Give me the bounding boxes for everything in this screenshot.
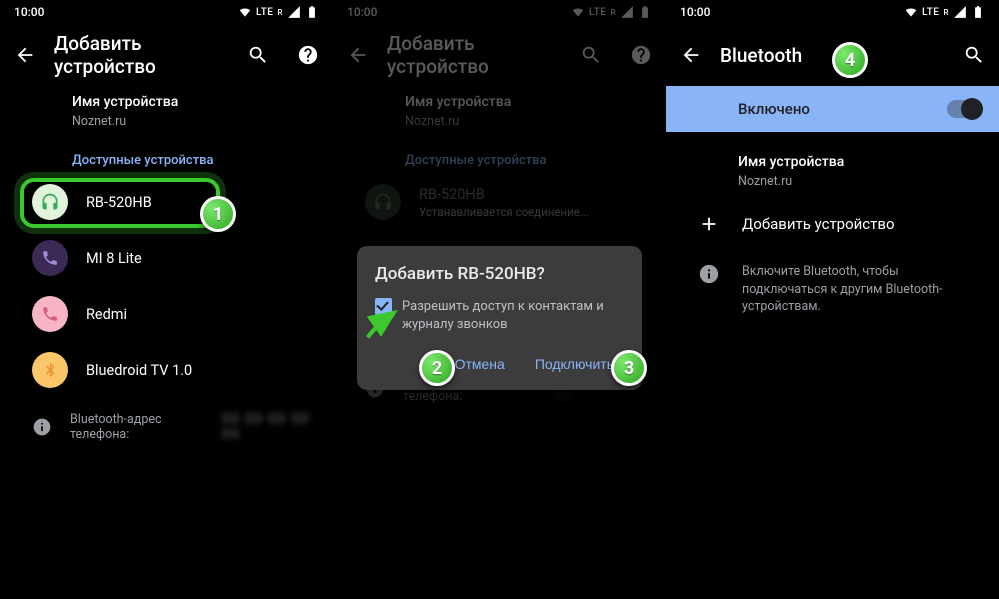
battery-icon — [971, 5, 985, 19]
status-bar: 10:00 LTE R — [333, 0, 666, 24]
status-icons: LTE R — [571, 5, 652, 19]
help-icon[interactable] — [630, 44, 652, 66]
device-label: MI 8 Lite — [86, 250, 142, 267]
page-title: Добавить устройство — [54, 32, 219, 78]
lte-label: LTE — [922, 7, 939, 18]
plus-icon — [698, 213, 720, 235]
screen-pair-dialog: 10:00 LTE R Добавить устройство Имя устр… — [333, 0, 666, 599]
screen-bluetooth: 10:00 LTE R Bluetooth Включено Имя устро… — [666, 0, 999, 599]
allow-contacts-checkbox[interactable] — [375, 298, 392, 315]
back-icon[interactable] — [680, 44, 702, 66]
pair-dialog: Добавить RB-520HB? Разрешить доступ к ко… — [357, 246, 642, 390]
device-name-label: Имя устройства — [0, 82, 333, 114]
lte-label: LTE — [589, 7, 606, 18]
status-time: 10:00 — [680, 5, 710, 19]
back-icon[interactable] — [14, 44, 36, 66]
battery-icon — [305, 5, 319, 19]
status-icons: LTE R — [238, 5, 319, 19]
phone-icon — [32, 296, 68, 332]
search-icon[interactable] — [580, 44, 602, 66]
signal-icon — [287, 5, 301, 19]
available-devices-label: Доступные устройства — [333, 139, 666, 174]
device-name-label: Имя устройства — [333, 82, 666, 114]
status-bar: 10:00 LTE R — [0, 0, 333, 24]
enabled-label: Включено — [738, 100, 810, 118]
search-icon[interactable] — [247, 44, 269, 66]
device-row-mi8[interactable]: MI 8 Lite — [0, 230, 333, 286]
device-status: Устанавливается соединение... — [419, 205, 589, 219]
toolbar: Bluetooth — [666, 28, 999, 82]
headphone-icon — [32, 184, 68, 220]
roam-label: R — [943, 8, 949, 17]
device-row-bluedroid[interactable]: Bluedroid TV 1.0 — [0, 342, 333, 398]
toolbar: Добавить устройство — [0, 28, 333, 82]
add-device-label: Добавить устройство — [742, 215, 895, 233]
device-name-value: Noznet.ru — [0, 114, 333, 139]
wifi-icon — [904, 5, 918, 19]
toolbar: Добавить устройство — [333, 28, 666, 82]
lte-label: LTE — [256, 7, 273, 18]
page-title: Добавить устройство — [387, 32, 552, 78]
device-label: RB-520HB — [419, 186, 589, 203]
bluetooth-enabled-row[interactable]: Включено — [666, 86, 999, 132]
status-icons: LTE R — [904, 5, 985, 19]
device-label: Redmi — [86, 306, 127, 323]
available-devices-label: Доступные устройства — [0, 139, 333, 174]
device-label: RB-520HB — [86, 194, 152, 211]
cancel-button[interactable]: Отмена — [445, 348, 515, 380]
help-icon[interactable] — [297, 44, 319, 66]
device-name-value: Noznet.ru — [333, 114, 666, 139]
battery-icon — [638, 5, 652, 19]
phone-icon — [32, 240, 68, 276]
bt-address-row: Bluetooth-адрес телефона: 00 00 00 00 00 — [0, 398, 333, 456]
wifi-icon — [571, 5, 585, 19]
bt-address-value: 00 00 00 00 00 — [222, 412, 319, 442]
device-name-label: Имя устройства — [666, 142, 999, 174]
bluetooth-hint-text: Включите Bluetooth, чтобы подключаться к… — [742, 263, 979, 316]
dialog-body-text: Разрешить доступ к контактам и журналу з… — [402, 298, 624, 334]
screen-add-device: 10:00 LTE R Добавить устройство Имя устр… — [0, 0, 333, 599]
device-row-rb520hb[interactable]: RB-520HB — [0, 174, 333, 230]
info-icon — [698, 263, 720, 285]
headphone-icon — [365, 184, 401, 220]
back-icon[interactable] — [347, 44, 369, 66]
roam-label: R — [610, 8, 616, 17]
bluetooth-toggle[interactable] — [947, 100, 981, 118]
signal-icon — [953, 5, 967, 19]
page-title: Bluetooth — [720, 44, 935, 67]
connect-button[interactable]: Подключить — [525, 348, 624, 380]
device-name-value: Noznet.ru — [666, 174, 999, 199]
status-time: 10:00 — [347, 5, 377, 19]
add-device-row[interactable]: Добавить устройство — [666, 199, 999, 249]
status-bar: 10:00 LTE R — [666, 0, 999, 24]
roam-label: R — [277, 8, 283, 17]
status-time: 10:00 — [14, 5, 44, 19]
info-icon — [32, 417, 52, 437]
bluetooth-hint-row: Включите Bluetooth, чтобы подключаться к… — [666, 249, 999, 330]
bluetooth-icon — [32, 352, 68, 388]
device-row-connecting: RB-520HB Устанавливается соединение... — [333, 174, 666, 230]
signal-icon — [620, 5, 634, 19]
wifi-icon — [238, 5, 252, 19]
dialog-title: Добавить RB-520HB? — [375, 264, 624, 284]
device-row-redmi[interactable]: Redmi — [0, 286, 333, 342]
bt-address-label: Bluetooth-адрес телефона: — [70, 412, 204, 442]
search-icon[interactable] — [963, 44, 985, 66]
device-label: Bluedroid TV 1.0 — [86, 362, 192, 379]
